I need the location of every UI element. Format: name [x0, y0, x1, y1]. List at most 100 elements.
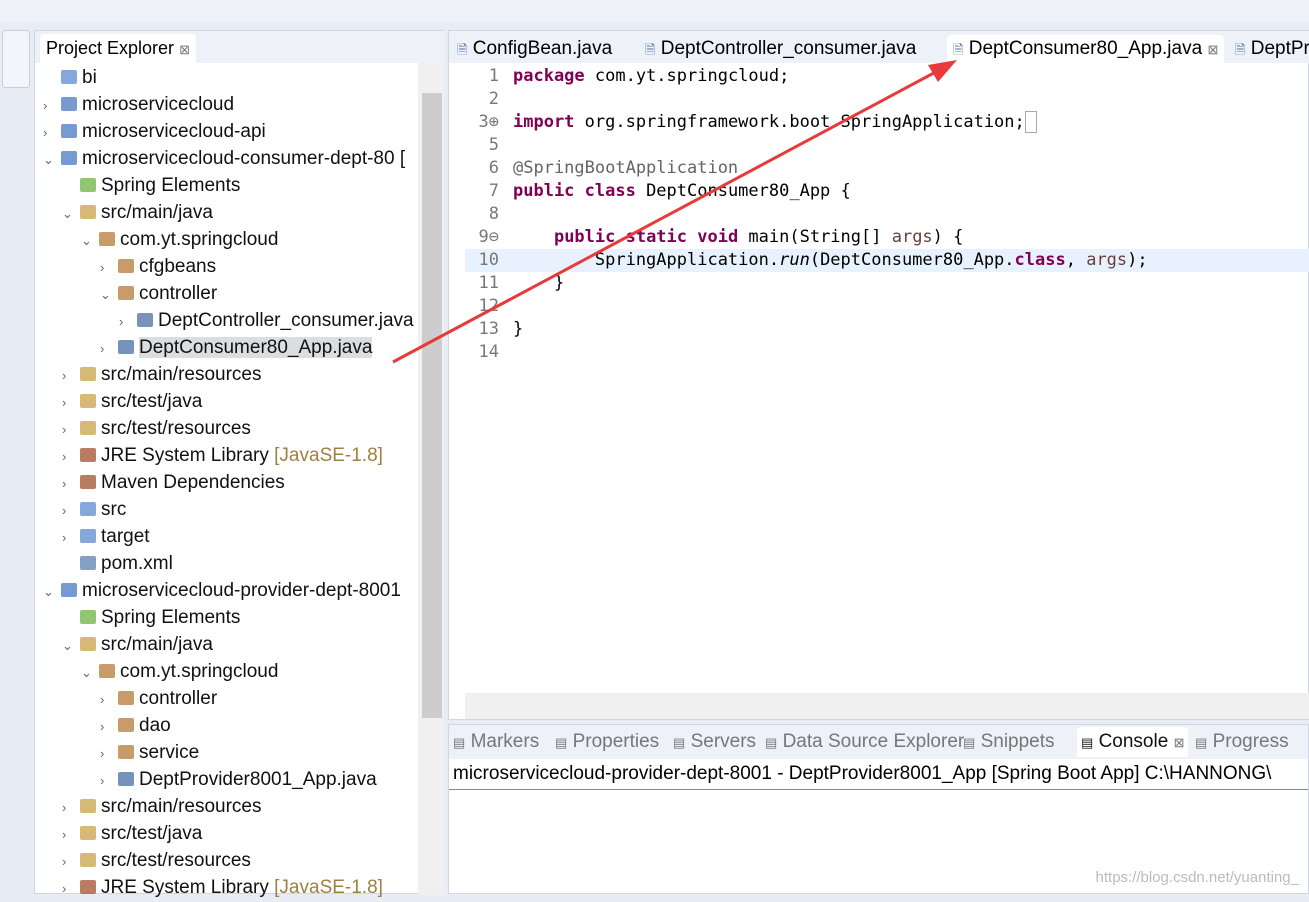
tree-item[interactable]: ⌄ microservicecloud-consumer-dept-80 [ — [43, 145, 405, 172]
chevron-right-icon[interactable]: › — [62, 875, 80, 902]
line-number: 11 — [478, 273, 499, 293]
chevron-right-icon[interactable]: › — [100, 686, 118, 713]
tree-item[interactable]: › src — [62, 496, 126, 523]
chevron-right-icon[interactable]: › — [43, 119, 61, 146]
tree-item[interactable]: › cfgbeans — [100, 253, 216, 280]
tree-item-label: DeptConsumer80_App.java — [139, 337, 373, 358]
chevron-right-icon[interactable]: › — [62, 389, 80, 416]
java-file-icon: 🗎 — [457, 42, 468, 57]
tree-item[interactable]: ⌄ src/main/java — [62, 199, 213, 226]
tree-item[interactable]: › target — [62, 523, 150, 550]
editor-tab[interactable]: 🗎 DeptController_consumer.java — [639, 35, 922, 63]
tree-item[interactable]: Spring Elements — [62, 604, 240, 631]
horizontal-scrollbar[interactable] — [465, 693, 1309, 719]
tree-item[interactable]: › JRE System Library [JavaSE-1.8] — [62, 874, 383, 901]
tree-item[interactable]: ⌄ microservicecloud-provider-dept-8001 — [43, 577, 401, 604]
tab-icon: ▤ — [1081, 735, 1094, 750]
tree-item[interactable]: › src/test/resources — [62, 415, 251, 442]
tree-item[interactable]: › Maven Dependencies — [62, 469, 285, 496]
tab-label: Snippets — [980, 731, 1055, 752]
panel-tab-snippets[interactable]: ▤ Snippets — [963, 731, 1055, 753]
panel-tab-markers[interactable]: ▤ Markers — [453, 731, 539, 753]
panel-tab-servers[interactable]: ▤ Servers — [673, 731, 756, 753]
tree-item[interactable]: pom.xml — [62, 550, 173, 577]
tree-item[interactable]: › controller — [100, 685, 217, 712]
line-number: 6 — [488, 158, 499, 178]
chevron-right-icon[interactable]: › — [62, 443, 80, 470]
tree-item[interactable]: ⌄ com.yt.springcloud — [81, 658, 278, 685]
chevron-right-icon[interactable]: › — [62, 470, 80, 497]
tree-item[interactable]: › service — [100, 739, 199, 766]
package-icon — [99, 232, 115, 246]
package-icon — [118, 259, 134, 273]
chevron-right-icon[interactable]: › — [119, 308, 137, 335]
chevron-right-icon[interactable]: › — [62, 362, 80, 389]
chevron-right-icon[interactable]: › — [100, 254, 118, 281]
chevron-down-icon[interactable]: ⌄ — [43, 578, 61, 605]
tree-item[interactable]: ⌄ src/main/java — [62, 631, 213, 658]
tree-item-label: src/test/java — [101, 391, 203, 412]
project-explorer-tab[interactable]: Project Explorer ⊠ — [35, 31, 445, 63]
close-icon[interactable]: ⊠ — [1207, 42, 1218, 57]
package-icon — [118, 691, 134, 705]
java-file-icon — [118, 772, 134, 786]
chevron-down-icon[interactable]: ⌄ — [100, 281, 118, 308]
source-folder-icon — [80, 205, 96, 219]
tree-item[interactable]: › JRE System Library [JavaSE-1.8] — [62, 442, 383, 469]
tree-item[interactable]: › src/test/java — [62, 388, 202, 415]
panel-tab-data-source-explorer[interactable]: ▤ Data Source Explorer — [765, 731, 964, 753]
tree-item[interactable]: ⌄ com.yt.springcloud — [81, 226, 278, 253]
minimized-view-strip[interactable] — [2, 30, 30, 88]
tree-item[interactable]: › src/test/java — [62, 820, 202, 847]
console-header: microservicecloud-provider-dept-8001 - D… — [449, 759, 1308, 790]
tree-item[interactable]: › DeptProvider8001_App.java — [100, 766, 377, 793]
chevron-right-icon[interactable]: › — [100, 767, 118, 794]
chevron-right-icon[interactable]: › — [43, 92, 61, 119]
editor-tab[interactable]: 🗎 ConfigBean.java — [451, 35, 618, 63]
chevron-right-icon[interactable]: › — [62, 821, 80, 848]
tab-label: Console — [1098, 731, 1169, 752]
tree-item[interactable]: › dao — [100, 712, 171, 739]
code-line: 12 — [465, 295, 1309, 318]
chevron-down-icon[interactable]: ⌄ — [62, 200, 80, 227]
tree-item-label: dao — [139, 715, 171, 736]
chevron-right-icon[interactable]: › — [100, 335, 118, 362]
chevron-right-icon[interactable]: › — [62, 794, 80, 821]
code-line: 5 — [465, 134, 1309, 157]
tree-item[interactable]: bi — [43, 64, 97, 91]
tab-label: DeptConsumer80_App.java — [968, 38, 1203, 59]
chevron-right-icon[interactable]: › — [62, 848, 80, 875]
tree-item[interactable]: › src/main/resources — [62, 793, 262, 820]
tree-item[interactable]: › DeptConsumer80_App.java — [100, 334, 373, 362]
panel-tab-console[interactable]: ▤ Console ⊠ — [1077, 727, 1189, 757]
chevron-right-icon[interactable]: › — [100, 740, 118, 767]
source-folder-icon — [80, 826, 96, 840]
tree-item[interactable]: › microservicecloud — [43, 91, 234, 118]
tree-item[interactable]: › microservicecloud-api — [43, 118, 266, 145]
panel-tab-progress[interactable]: ▤ Progress — [1195, 731, 1289, 753]
chevron-down-icon[interactable]: ⌄ — [43, 146, 61, 173]
tree-item[interactable]: › src/test/resources — [62, 847, 251, 874]
tree-item-label: src/test/resources — [101, 418, 251, 439]
vertical-scrollbar[interactable] — [418, 63, 444, 895]
chevron-right-icon[interactable]: › — [62, 497, 80, 524]
tree-item[interactable]: › DeptController_consumer.java — [119, 307, 414, 334]
tree-item[interactable]: ⌄ controller — [100, 280, 217, 307]
chevron-right-icon[interactable]: › — [100, 713, 118, 740]
tree-item[interactable]: Spring Elements — [62, 172, 240, 199]
chevron-down-icon[interactable]: ⌄ — [81, 659, 99, 686]
close-icon[interactable]: ⊠ — [1174, 735, 1185, 750]
line-number: 13 — [478, 319, 499, 339]
chevron-down-icon[interactable]: ⌄ — [81, 227, 99, 254]
tree-item[interactable]: › src/main/resources — [62, 361, 262, 388]
panel-tab-properties[interactable]: ▤ Properties — [555, 731, 659, 753]
tree-item-label: JRE System Library — [101, 877, 269, 898]
chevron-right-icon[interactable]: › — [62, 524, 80, 551]
close-icon[interactable]: ⊠ — [179, 42, 190, 57]
chevron-right-icon[interactable]: › — [62, 416, 80, 443]
tree-item-label: src/test/java — [101, 823, 203, 844]
chevron-down-icon[interactable]: ⌄ — [62, 632, 80, 659]
editor-tab[interactable]: 🗎 DeptConsumer80_App.java ⊠ — [947, 35, 1225, 63]
scrollbar-thumb[interactable] — [422, 93, 442, 718]
editor-tab[interactable]: 🗎 DeptPr — [1229, 35, 1309, 63]
